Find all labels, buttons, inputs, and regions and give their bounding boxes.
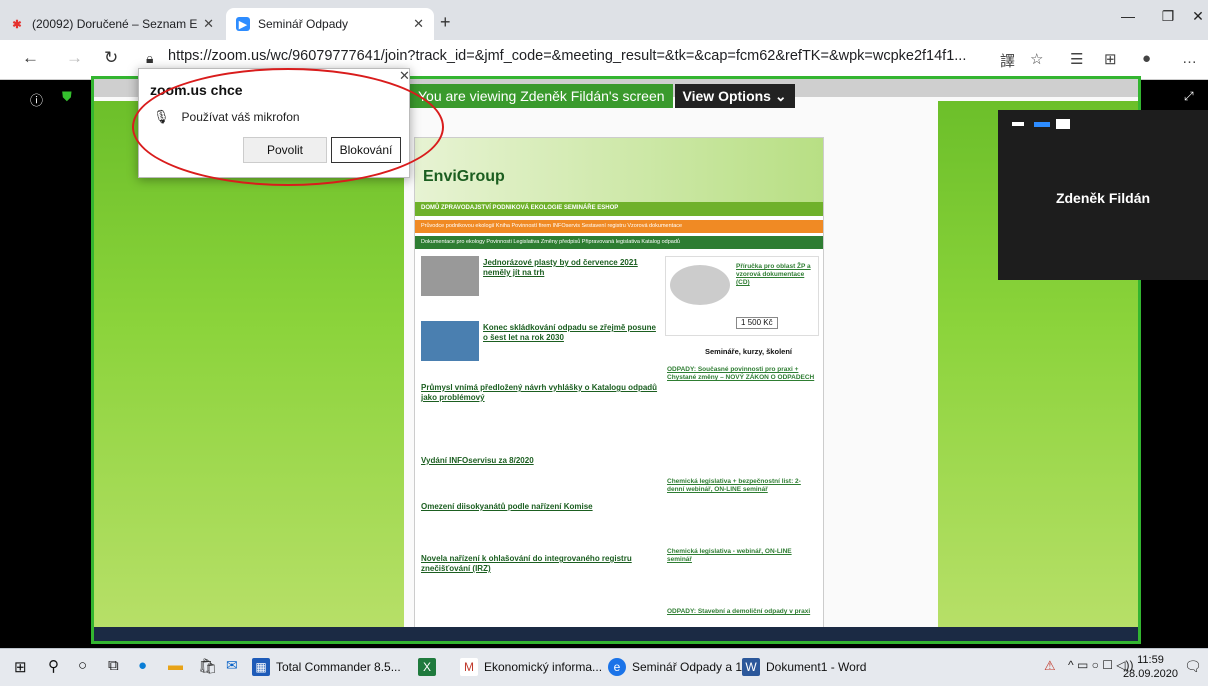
close-window-icon[interactable]: ✕ — [1178, 8, 1208, 25]
article-title: Jednorázové plasty by od července 2021 n… — [483, 258, 638, 277]
taskbar-item-label: Ekonomický informa... — [484, 660, 603, 674]
microphone-icon: 🎙︎ — [153, 109, 170, 124]
envigroup-website: EnviGroup DOMŮ ZPRAVODAJSTVÍ PODNIKOVÁ E… — [414, 137, 824, 637]
clock-date: 28.09.2020 — [1122, 668, 1178, 680]
lock-icon[interactable]: 🔒︎ — [146, 50, 153, 67]
outlook-icon[interactable]: ✉ — [226, 657, 238, 674]
tab-seminar-odpady[interactable]: ▶ Seminář Odpady ✕ — [226, 8, 434, 40]
tab-seznam-email[interactable]: ✱ (20092) Doručené – Seznam Ema ✕ — [0, 8, 224, 40]
forward-arrow-icon[interactable]: → — [66, 48, 83, 68]
site-logo: EnviGroup — [423, 168, 505, 185]
share-status-text: You are viewing Zdeněk Fildán's screen — [410, 84, 673, 108]
taskbar-item-label: Seminář Odpady a 1 ... — [632, 660, 756, 674]
cd-image — [670, 265, 730, 305]
more-menu-icon[interactable]: … — [1182, 50, 1197, 67]
seminars-heading: Semináře, kurzy, školení — [705, 347, 792, 356]
article-title: Omezení diisokyanátů podle nařízení Komi… — [421, 502, 593, 511]
fullscreen-icon[interactable]: ⤢ — [1184, 89, 1194, 104]
shield-icon[interactable]: ⛊ — [62, 89, 72, 105]
windows-taskbar: ⊞ ⚲ ○ ⧉ ● ▬ 🛍︎ ✉ ▦ Total Commander 8.5..… — [0, 648, 1208, 686]
expand-thumbnail-icon[interactable] — [1056, 119, 1070, 129]
tab-label: Seminář Odpady — [258, 17, 349, 31]
view-options-label: View Options — [682, 88, 771, 104]
minimize-icon[interactable]: — — [1108, 8, 1148, 24]
favorites-list-icon[interactable]: ☰ — [1070, 50, 1083, 68]
promo-title: Příručka pro oblast ŽP a vzorová dokumen… — [736, 263, 811, 286]
article-title: Novela nařízení k ohlašování do integrov… — [421, 554, 632, 573]
close-icon[interactable]: ✕ — [203, 16, 214, 32]
excel-icon: X — [418, 658, 436, 676]
view-options-button[interactable]: View Options ⌄ — [674, 84, 795, 108]
block-button[interactable]: Blokování — [331, 137, 401, 163]
speaker-name: Zdeněk Fildán — [1055, 190, 1151, 206]
minimize-thumbnail-icon[interactable] — [1012, 122, 1024, 126]
article-title: Vydání INFOservisu za 8/2020 — [421, 456, 534, 465]
microphone-permission-popup: zoom.us chce 🎙︎ Používat váš mikrofon Po… — [138, 68, 410, 178]
notifications-icon[interactable]: 🗨︎ — [1184, 658, 1202, 675]
article-image — [421, 256, 479, 296]
clock[interactable]: 11:59 28.09.2020 — [1123, 653, 1178, 681]
browser-tab-bar: ✱ (20092) Doručené – Seznam Ema ✕ ▶ Semi… — [0, 0, 1208, 40]
zoom-icon: ▶ — [236, 17, 250, 31]
info-icon[interactable]: ⓘ — [30, 90, 43, 109]
file-explorer-icon[interactable]: ▬ — [168, 657, 183, 674]
site-header: EnviGroup — [415, 138, 823, 204]
word-icon: W — [742, 658, 760, 676]
inner-taskbar — [94, 627, 1138, 641]
cortana-icon[interactable]: ○ — [78, 657, 87, 674]
refresh-icon[interactable]: ↻ — [104, 48, 118, 68]
collections-icon[interactable]: ⊞ — [1104, 50, 1117, 68]
inner-background — [94, 101, 404, 641]
site-sub-nav-2: Dokumentace pro ekology Povinnosti Legis… — [415, 236, 823, 249]
taskbar-item[interactable]: X — [418, 658, 442, 676]
taskbar-item-label: Dokument1 - Word — [766, 660, 867, 674]
new-tab-plus-icon[interactable]: + — [440, 12, 451, 33]
seminar-item: Chemická legislativa + bezpečnostní list… — [667, 478, 801, 493]
seminar-item: ODPADY: Stavební a demoliční odpady v pr… — [667, 608, 811, 615]
permission-row: 🎙︎ Používat váš mikrofon — [153, 109, 300, 125]
back-arrow-icon[interactable]: ← — [22, 48, 39, 68]
task-view-icon[interactable]: ⧉ — [108, 657, 119, 674]
close-icon[interactable]: ✕ — [399, 68, 410, 84]
taskbar-item-label: Total Commander 8.5... — [276, 660, 401, 674]
seminar-item: Chemická legislativa - webinář, ON-LINE … — [667, 548, 792, 563]
site-sub-nav: Průvodce podnikovou ekologií Kniha Povin… — [415, 220, 823, 233]
article-image — [421, 321, 479, 361]
popup-title: zoom.us chce — [150, 82, 243, 98]
profile-avatar-icon[interactable]: ● — [1142, 50, 1151, 67]
allow-button[interactable]: Povolit — [243, 137, 327, 163]
share-banner: You are viewing Zdeněk Fildán's screen V… — [410, 84, 795, 108]
store-icon[interactable]: 🛍︎ — [198, 657, 217, 675]
article-title: Průmysl vnímá předložený návrh vyhlášky … — [421, 383, 658, 402]
article-title: Konec skládkování odpadu se zřejmě posun… — [483, 323, 656, 342]
promo-box: Příručka pro oblast ŽP a vzorová dokumen… — [665, 256, 819, 336]
network-alert-icon[interactable]: ⚠ — [1044, 658, 1056, 674]
speaker-thumbnail[interactable]: Zdeněk Fildán — [998, 110, 1208, 280]
search-icon[interactable]: ⚲ — [48, 657, 59, 675]
site-main-nav: DOMŮ ZPRAVODAJSTVÍ PODNIKOVÁ EKOLOGIE SE… — [415, 202, 823, 216]
chevron-down-icon: ⌄ — [774, 87, 787, 104]
switch-view-icon[interactable] — [1034, 122, 1050, 127]
permission-text: Používat váš mikrofon — [181, 110, 300, 124]
close-icon[interactable]: ✕ — [413, 16, 424, 32]
taskbar-item[interactable]: W Dokument1 - Word — [742, 658, 866, 676]
seminar-item: ODPADY: Současné povinnosti pro praxi + … — [667, 366, 815, 381]
taskbar-item[interactable]: ▦ Total Commander 8.5... — [252, 658, 401, 676]
tab-label: (20092) Doručené – Seznam Ema — [32, 17, 198, 31]
taskbar-item[interactable]: M Ekonomický informa... — [460, 658, 602, 676]
favorite-star-icon[interactable]: ☆ — [1030, 50, 1043, 68]
price-tag: 1 500 Kč — [736, 317, 778, 329]
taskbar-item[interactable]: e Seminář Odpady a 1 ... — [608, 658, 755, 676]
url-field[interactable]: https://zoom.us/wc/96079777641/join?trac… — [168, 48, 988, 64]
chrome-like-icon: M — [460, 658, 478, 676]
translate-icon[interactable]: 譯 — [1000, 50, 1015, 71]
seznam-icon: ✱ — [12, 18, 22, 31]
windows-start-icon[interactable]: ⊞ — [14, 658, 27, 676]
browser-icon: e — [608, 658, 626, 676]
total-commander-icon: ▦ — [252, 658, 270, 676]
clock-time: 11:59 — [1137, 654, 1164, 666]
edge-icon[interactable]: ● — [138, 657, 147, 674]
